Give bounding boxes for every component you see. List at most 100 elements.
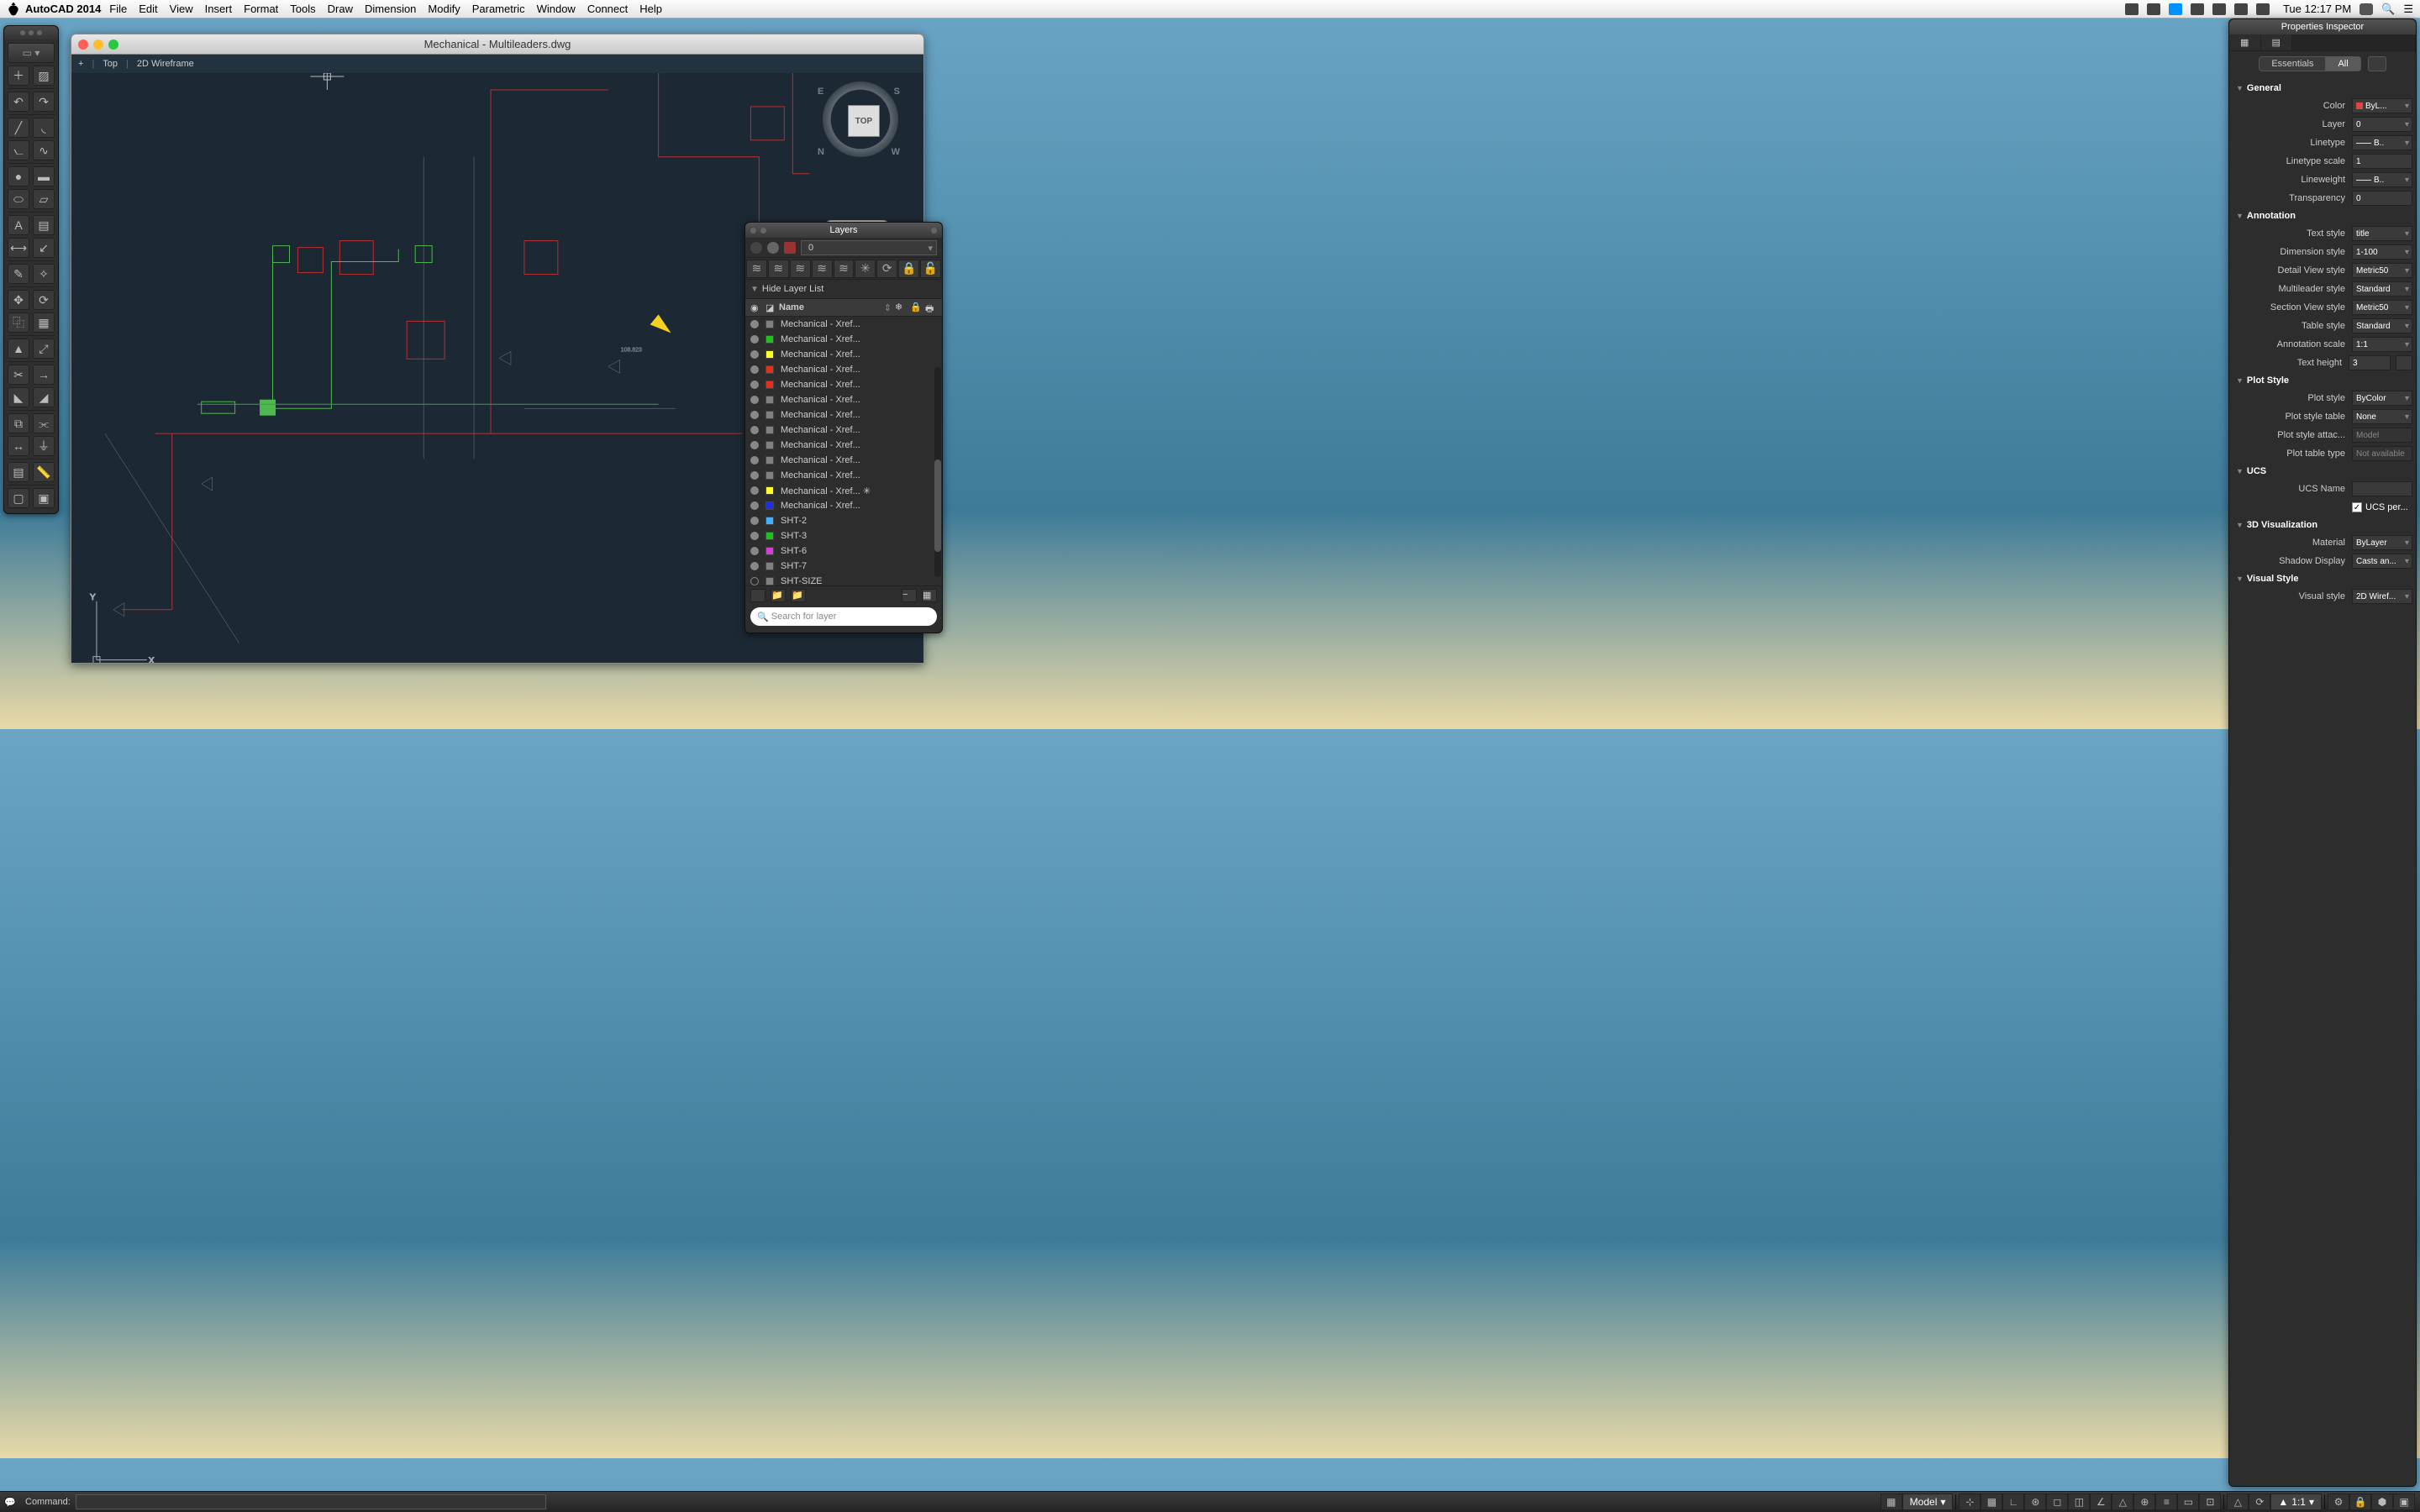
viewport-plus[interactable]: +: [78, 59, 83, 69]
layer-row[interactable]: Mechanical - Xref...: [745, 392, 942, 407]
close-button[interactable]: [78, 39, 88, 50]
layerstate-lock-icon[interactable]: [784, 242, 796, 254]
header-visibility-icon[interactable]: ◉: [750, 302, 762, 313]
tool-point[interactable]: ＋: [8, 66, 29, 86]
layer-row[interactable]: SHT-6: [745, 543, 942, 559]
menu-dimension[interactable]: Dimension: [365, 3, 416, 15]
battery-icon[interactable]: [2256, 3, 2270, 15]
layer-color-swatch[interactable]: [765, 532, 774, 540]
tool-text[interactable]: A: [8, 215, 29, 235]
annotation-scale-button[interactable]: ▲ 1:1 ▾: [2270, 1494, 2322, 1510]
layer-folder-1[interactable]: 📁: [771, 589, 786, 602]
layer-row[interactable]: SHT-3: [745, 528, 942, 543]
status-snap-icon[interactable]: ⊹: [1959, 1494, 1981, 1510]
prop-plotstyle-value[interactable]: ByColor: [2352, 391, 2412, 406]
user-icon[interactable]: [2360, 3, 2373, 15]
textheight-aux-button[interactable]: [2396, 355, 2412, 370]
wifi-icon[interactable]: [2212, 3, 2226, 15]
prop-ucsname-value[interactable]: [2352, 481, 2412, 496]
layer-row[interactable]: Mechanical - Xref...: [745, 438, 942, 453]
header-color-icon[interactable]: ◪: [765, 302, 776, 313]
layer-visibility-icon[interactable]: [750, 517, 759, 525]
layer-color-swatch[interactable]: [765, 486, 774, 495]
tool-leader[interactable]: ↙: [33, 238, 55, 258]
layer-row[interactable]: Mechanical - Xref...: [745, 453, 942, 468]
layer-visibility-icon[interactable]: [750, 426, 759, 434]
status-hw-icon[interactable]: ⬢: [2371, 1494, 2393, 1510]
layer-minus[interactable]: −: [902, 589, 917, 602]
menu-format[interactable]: Format: [244, 3, 278, 15]
layer-color-swatch[interactable]: [765, 441, 774, 449]
layer-color-swatch[interactable]: [765, 411, 774, 419]
tool-rectangle[interactable]: ▬: [33, 166, 55, 186]
layer-color-swatch[interactable]: [765, 350, 774, 359]
layer-search[interactable]: 🔍 Search for layer: [750, 607, 937, 626]
segment-all[interactable]: All: [2326, 56, 2360, 71]
layerstate-freeze-icon[interactable]: [767, 242, 779, 254]
viewcube-face[interactable]: TOP: [848, 105, 880, 137]
prop-layer-value[interactable]: 0: [2352, 117, 2412, 132]
prop-mleader-value[interactable]: Standard: [2352, 281, 2412, 297]
tool-undo[interactable]: ↶: [8, 92, 29, 112]
layer-visibility-icon[interactable]: [750, 381, 759, 389]
prop-shadow-value[interactable]: Casts an...: [2352, 554, 2412, 569]
status-dyn-icon[interactable]: ⊕: [2133, 1494, 2155, 1510]
layer-visibility-icon[interactable]: [750, 532, 759, 540]
command-input[interactable]: [76, 1494, 546, 1509]
status-annomon-icon[interactable]: △: [2227, 1494, 2249, 1510]
tool-scale[interactable]: ⤢: [33, 339, 55, 359]
layer-visibility-icon[interactable]: [750, 562, 759, 570]
tool-group[interactable]: ▣: [33, 488, 55, 508]
layer-row[interactable]: Mechanical - Xref...: [745, 423, 942, 438]
menu-connect[interactable]: Connect: [587, 3, 628, 15]
apple-icon[interactable]: [7, 3, 20, 16]
status-ws-icon[interactable]: ⚙: [2328, 1494, 2349, 1510]
header-name[interactable]: Name: [779, 302, 881, 312]
prop-annoscale-value[interactable]: 1:1: [2352, 337, 2412, 352]
viewcube[interactable]: E S W N TOP: [823, 81, 898, 157]
tool-ellipse[interactable]: ⬭: [8, 189, 29, 209]
prop-visualstyle-value[interactable]: 2D Wiref...: [2352, 589, 2412, 604]
tool-erase[interactable]: ✎: [8, 264, 29, 284]
status-grid2-icon[interactable]: ▦: [1981, 1494, 2002, 1510]
layer-visibility-icon[interactable]: [750, 350, 759, 359]
layer-color-swatch[interactable]: [765, 562, 774, 570]
header-plot-icon[interactable]: 🖶: [925, 302, 937, 313]
tool-line[interactable]: ╱: [8, 118, 29, 138]
layer-tool-6[interactable]: ✳: [855, 260, 876, 278]
prop-color-value[interactable]: ByL...: [2352, 98, 2412, 113]
layer-visibility-icon[interactable]: [750, 501, 759, 510]
tool-polygon[interactable]: ▱: [33, 189, 55, 209]
status-sc-icon[interactable]: ⊡: [2199, 1494, 2221, 1510]
viewcube-n[interactable]: N: [818, 147, 824, 157]
layer-filter-button[interactable]: [750, 589, 765, 602]
minimize-button[interactable]: [93, 39, 103, 50]
tool-spline[interactable]: ∿: [33, 140, 55, 160]
tool-dimension[interactable]: ⟷: [8, 238, 29, 258]
menu-parametric[interactable]: Parametric: [472, 3, 525, 15]
layer-visibility-icon[interactable]: [750, 486, 759, 495]
menu-help[interactable]: Help: [639, 3, 662, 15]
layer-visibility-icon[interactable]: [750, 365, 759, 374]
status-iso-icon[interactable]: ▣: [2393, 1494, 2415, 1510]
layer-view-mode[interactable]: ▦: [922, 589, 937, 602]
status-grid-icon[interactable]: ▦: [1881, 1494, 1902, 1510]
status-3dosnap-icon[interactable]: ◫: [2068, 1494, 2090, 1510]
layer-tool-8[interactable]: 🔒: [898, 260, 919, 278]
volume-icon[interactable]: [2234, 3, 2248, 15]
layer-color-swatch[interactable]: [765, 577, 774, 585]
status-ducs-icon[interactable]: △: [2112, 1494, 2133, 1510]
prop-table-value[interactable]: Standard: [2352, 318, 2412, 333]
tool-measure[interactable]: 📏: [33, 462, 55, 482]
properties-titlebar[interactable]: Properties Inspector: [2229, 19, 2416, 34]
tool-arc[interactable]: ◟: [33, 118, 55, 138]
tool-extend[interactable]: →: [33, 365, 55, 385]
layer-visibility-icon[interactable]: [750, 547, 759, 555]
layer-color-swatch[interactable]: [765, 320, 774, 328]
layer-visibility-icon[interactable]: [750, 320, 759, 328]
header-sort-icon[interactable]: ⇕: [884, 302, 892, 313]
layer-color-swatch[interactable]: [765, 547, 774, 555]
status-lwt-icon[interactable]: ≡: [2155, 1494, 2177, 1510]
layer-color-swatch[interactable]: [765, 426, 774, 434]
layer-visibility-icon[interactable]: [750, 441, 759, 449]
